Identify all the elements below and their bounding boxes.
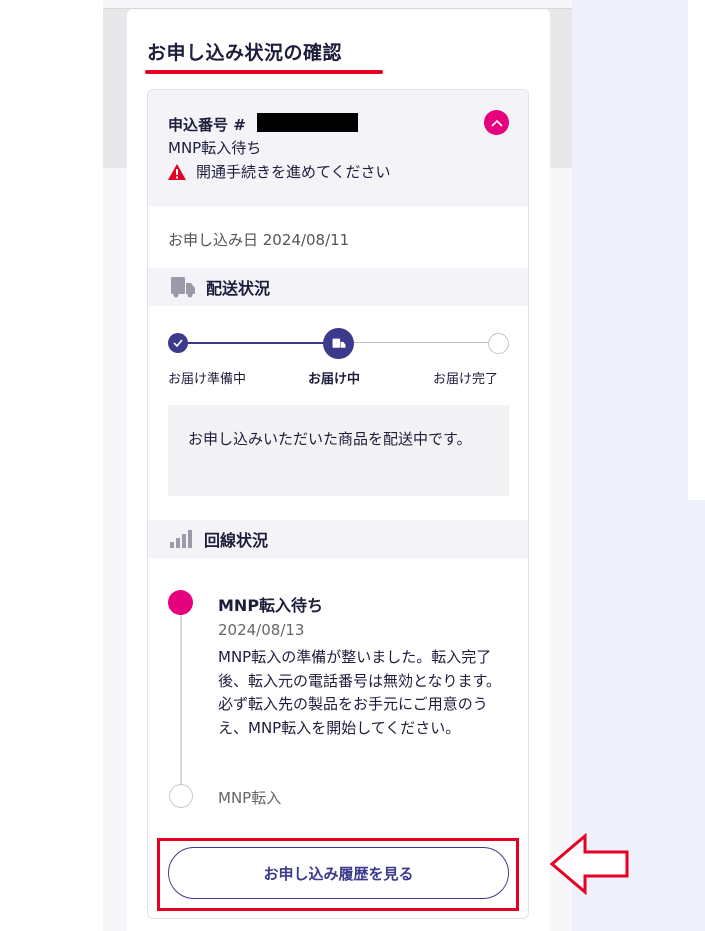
line-heading: 回線状況: [204, 531, 269, 550]
truck-icon: [171, 277, 195, 298]
timeline-line: [180, 612, 182, 794]
title-underline: [145, 70, 383, 74]
progress-line-done: [178, 342, 340, 344]
right-background-strip: [688, 0, 705, 500]
timeline-date: 2024/08/13: [218, 621, 305, 639]
collapse-toggle-button[interactable]: [484, 110, 509, 135]
application-status: MNP転入待ち: [168, 139, 262, 157]
step-current-dot: [323, 328, 354, 359]
step-label-preparing: お届け準備中: [168, 372, 247, 387]
delivery-message: お申し込みいただいた商品を配送中です。: [168, 405, 509, 496]
timeline-current-dot: [168, 590, 193, 615]
signal-icon: [170, 530, 192, 548]
truck-icon: [332, 338, 345, 348]
chevron-up-icon: [490, 119, 503, 127]
step-done-dot: [168, 333, 188, 353]
page-title: お申し込み状況の確認: [147, 42, 343, 64]
highlight-box: [157, 838, 519, 911]
application-header: 申込番号 # MNP転入待ち 開通手続きを進めてください: [148, 90, 528, 206]
progress-line-pending: [354, 342, 496, 343]
step-label-delivered: お届け完了: [433, 372, 499, 387]
redacted-number: [257, 113, 358, 132]
delivery-section-header: 配送状況: [148, 268, 528, 306]
timeline-description: MNP転入の準備が整いました。転入完了後、転入元の電話番号は無効となります。必ず…: [218, 648, 502, 737]
step-todo-dot: [488, 333, 509, 354]
warning-icon: [168, 163, 186, 180]
application-date: お申し込み日 2024/08/11: [168, 231, 350, 249]
timeline-title: MNP転入待ち: [218, 596, 324, 615]
timeline-next-title: MNP転入: [218, 789, 282, 807]
warning-message: 開通手続きを進めてください: [168, 161, 391, 182]
line-section-header: 回線状況: [148, 520, 528, 558]
application-panel: 申込番号 # MNP転入待ち 開通手続きを進めてください お申し込み日 2024…: [147, 89, 529, 919]
arrow-left-icon: [549, 833, 629, 895]
delivery-heading: 配送状況: [206, 279, 271, 298]
step-label-shipping: お届け中: [308, 372, 361, 387]
warning-text: 開通手続きを進めてください: [196, 163, 391, 181]
application-number-label: 申込番号 #: [168, 116, 246, 134]
check-icon: [173, 339, 183, 347]
right-background: [572, 0, 705, 931]
timeline-next-dot: [169, 784, 193, 808]
